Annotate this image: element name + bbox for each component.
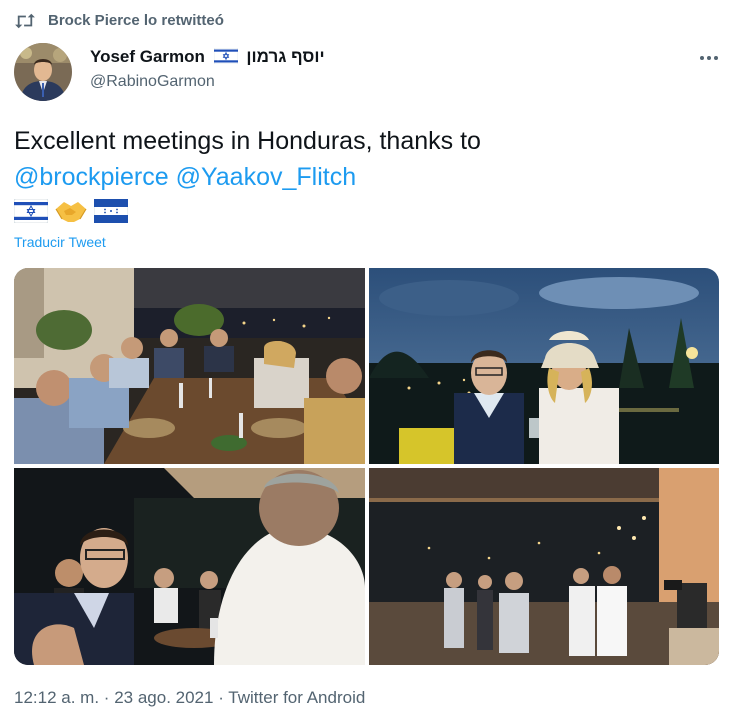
retweet-label[interactable]: Brock Pierce lo retwitteó <box>48 12 224 29</box>
tweet-text: Excellent meetings in Honduras, thanks t… <box>14 123 734 195</box>
avatar[interactable] <box>14 43 72 101</box>
meta-separator: · <box>103 688 110 707</box>
israel-flag-icon <box>14 199 48 223</box>
tweet-meta: 12:12 a. m. · 23 ago. 2021 · Twitter for… <box>14 688 365 708</box>
tweet-text-line: Excellent meetings in Honduras, thanks t… <box>14 127 481 155</box>
meta-separator: · <box>218 688 224 707</box>
tweet-mentions: @brockpierce @Yaakov_Flitch <box>14 159 734 195</box>
retweet-icon <box>15 13 35 29</box>
author-hebrew-name: יוסף גרמון <box>246 47 325 66</box>
honduras-flag-icon <box>94 199 128 223</box>
terrace-gathering-photo[interactable] <box>369 468 719 665</box>
tweet-time[interactable]: 12:12 a. m. <box>14 688 99 707</box>
translate-tweet-link[interactable]: Traducir Tweet <box>14 234 106 250</box>
tweet-source[interactable]: Twitter for Android <box>228 688 365 707</box>
author-handle[interactable]: @RabinoGarmon <box>90 73 215 91</box>
handshake-conversation-photo[interactable] <box>14 468 365 665</box>
group-dinner-photo[interactable] <box>14 268 365 464</box>
retweet-header: Brock Pierce lo retwitteó <box>0 0 752 42</box>
tweet-date[interactable]: 23 ago. 2021 <box>114 688 213 707</box>
handshake-icon <box>55 202 87 222</box>
israel-flag-icon <box>213 48 238 64</box>
mention-brockpierce[interactable]: @brockpierce <box>14 163 169 191</box>
media-grid <box>14 268 719 665</box>
author-display-name: Yosef Garmon <box>90 47 205 66</box>
avatar-image <box>14 43 72 101</box>
mention-yaakov-flitch[interactable]: @Yaakov_Flitch <box>176 163 357 191</box>
author-name[interactable]: Yosef Garmon יוסף גרמון <box>90 47 325 67</box>
two-men-night-photo[interactable] <box>369 268 719 464</box>
more-options-icon[interactable] <box>698 54 720 62</box>
emoji-row <box>14 196 128 226</box>
